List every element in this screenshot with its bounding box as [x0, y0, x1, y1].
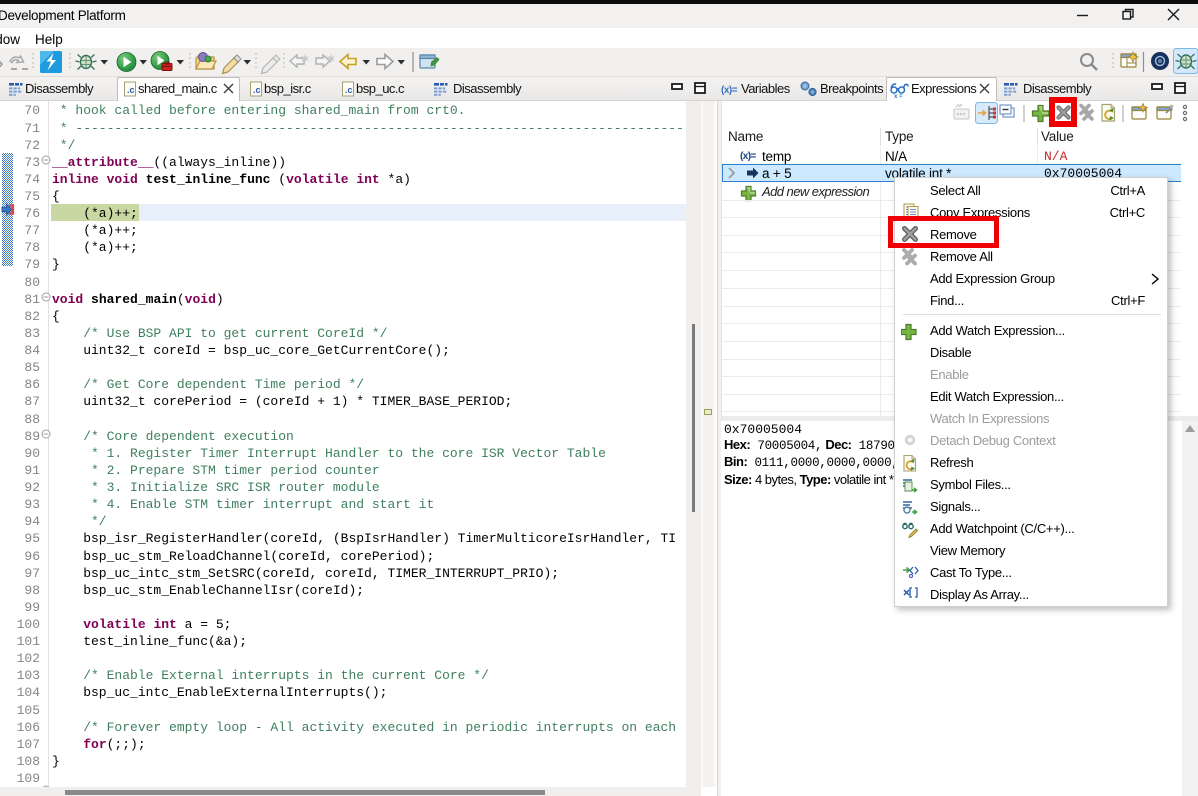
svg-text:.c: .c [253, 85, 261, 95]
svg-text:.c: .c [127, 85, 135, 95]
svg-text:x: x [894, 94, 898, 100]
svg-text:(x)=: (x)= [721, 85, 738, 96]
svg-text:=: = [899, 94, 903, 100]
svg-text:.c: .c [345, 85, 353, 95]
